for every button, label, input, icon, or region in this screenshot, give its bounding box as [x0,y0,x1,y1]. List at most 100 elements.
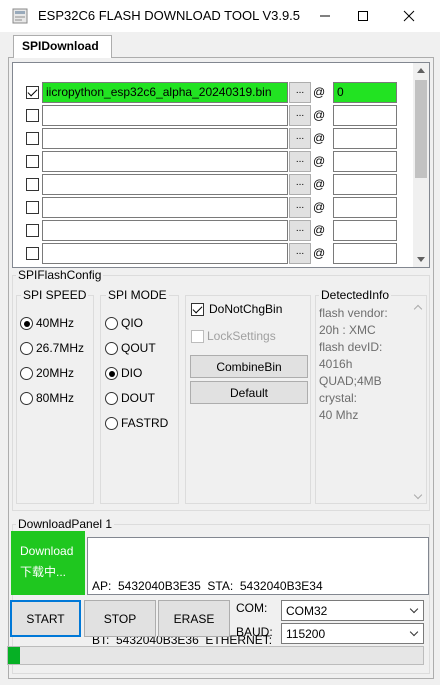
browse-button[interactable]: ... [289,128,311,149]
spi-speed-radio[interactable] [20,392,33,405]
download-status-box: Download 下载中... [11,531,85,595]
file-path-input[interactable] [42,174,288,195]
scroll-thumb[interactable] [415,80,427,178]
do-not-chg-bin-checkbox[interactable] [191,303,204,316]
close-icon [403,10,415,22]
browse-button[interactable]: ... [289,151,311,172]
spi-speed-radio[interactable] [20,342,33,355]
browse-button[interactable]: ... [289,197,311,218]
spi-speed-label: 20MHz [36,366,75,380]
file-enable-checkbox[interactable] [26,201,39,214]
spi-mode-label: DIO [121,366,143,380]
maximize-button[interactable] [340,0,386,32]
file-row: ... @ [13,104,413,127]
file-row: ... @ [13,219,413,242]
browse-button[interactable]: ... [289,105,311,126]
spi-speed-label: SPI SPEED [21,288,89,302]
file-row: ... @ [13,173,413,196]
address-input[interactable] [333,105,397,126]
spi-speed-option[interactable]: 20MHz [20,366,95,382]
progress-fill [8,647,21,664]
file-path-input[interactable] [42,105,288,126]
address-input[interactable] [333,174,397,195]
maximize-icon [358,11,368,21]
at-sign: @ [313,154,326,168]
spi-mode-radio[interactable] [105,367,118,380]
spi-mode-radio[interactable] [105,392,118,405]
spi-mode-radio[interactable] [105,317,118,330]
baud-select[interactable]: 115200 [281,623,424,644]
spi-mode-option[interactable]: DIO [105,366,180,382]
file-path-input[interactable] [42,151,288,172]
address-input[interactable] [333,151,397,172]
file-enable-checkbox[interactable] [26,109,39,122]
start-button[interactable]: START [10,600,81,637]
file-enable-checkbox[interactable] [26,132,39,145]
close-button[interactable] [386,0,432,32]
browse-button[interactable]: ... [289,174,311,195]
progress-bar [7,646,424,665]
do-not-chg-bin-option[interactable]: DoNotChgBin [191,302,309,318]
address-input[interactable] [333,197,397,218]
spi-mode-option[interactable]: FASTRD [105,416,180,432]
file-enable-checkbox[interactable] [26,155,39,168]
spi-speed-option[interactable]: 26.7MHz [20,341,95,357]
erase-button[interactable]: ERASE [158,600,230,637]
file-list-scrollbar[interactable] [413,63,429,267]
scroll-up-icon[interactable] [417,68,425,73]
at-sign: @ [313,223,326,237]
spi-mode-label: QOUT [121,341,156,355]
spi-mode-radio[interactable] [105,342,118,355]
baud-value: 115200 [286,627,326,641]
file-path-input[interactable] [42,220,288,241]
browse-button[interactable]: ... [289,220,311,241]
combine-bin-button[interactable]: CombineBin [190,355,308,378]
at-sign: @ [313,200,326,214]
file-path-input[interactable]: iicropython_esp32c6_alpha_20240319.bin [42,82,288,103]
file-path-input[interactable] [42,197,288,218]
info-scroll-up-icon[interactable] [413,304,423,314]
file-enable-checkbox[interactable] [26,224,39,237]
file-enable-checkbox[interactable] [26,247,39,260]
spi-mode-option[interactable]: DOUT [105,391,180,407]
spi-speed-radio[interactable] [20,367,33,380]
device-info-box: AP: 5432040B3E35 STA: 5432040B3E34 BT: 5… [87,537,429,647]
lock-settings-option: LockSettings [191,329,309,345]
spi-speed-option[interactable]: 80MHz [20,391,95,407]
scroll-down-icon[interactable] [417,257,425,262]
address-input[interactable] [333,243,397,264]
at-sign: @ [313,85,326,99]
file-path-input[interactable] [42,243,288,264]
download-status-line1: Download [20,544,74,558]
spi-mode-option[interactable]: QIO [105,316,180,332]
spi-mode-option[interactable]: QOUT [105,341,180,357]
address-input[interactable] [333,220,397,241]
file-path-input[interactable] [42,128,288,149]
spi-mode-label: FASTRD [121,416,169,430]
com-select[interactable]: COM32 [281,600,424,621]
lock-settings-checkbox [191,330,204,343]
browse-button[interactable]: ... [289,243,311,264]
file-enable-checkbox[interactable] [26,178,39,191]
at-sign: @ [313,246,326,260]
do-not-chg-bin-label: DoNotChgBin [209,302,283,316]
stop-button[interactable]: STOP [84,600,156,637]
detected-info-scrollbar[interactable] [411,304,425,502]
browse-button[interactable]: ... [289,82,311,103]
com-label: COM: [236,601,268,615]
spi-speed-option[interactable]: 40MHz [20,316,95,332]
app-icon [12,8,28,24]
default-button[interactable]: Default [190,381,308,404]
file-list: iicropython_esp32c6_alpha_20240319.bin..… [12,62,430,268]
device-info-line1: AP: 5432040B3E35 STA: 5432040B3E34 [92,579,323,593]
minimize-icon [320,15,330,17]
spi-mode-radio[interactable] [105,417,118,430]
spi-speed-radio[interactable] [20,317,33,330]
at-sign: @ [313,131,326,145]
tab-spidownload[interactable]: SPIDownload [13,35,112,58]
address-input[interactable]: 0 [333,82,397,103]
spi-speed-label: 26.7MHz [36,341,85,355]
file-enable-checkbox[interactable] [26,86,39,99]
address-input[interactable] [333,128,397,149]
info-scroll-down-icon[interactable] [413,490,423,500]
